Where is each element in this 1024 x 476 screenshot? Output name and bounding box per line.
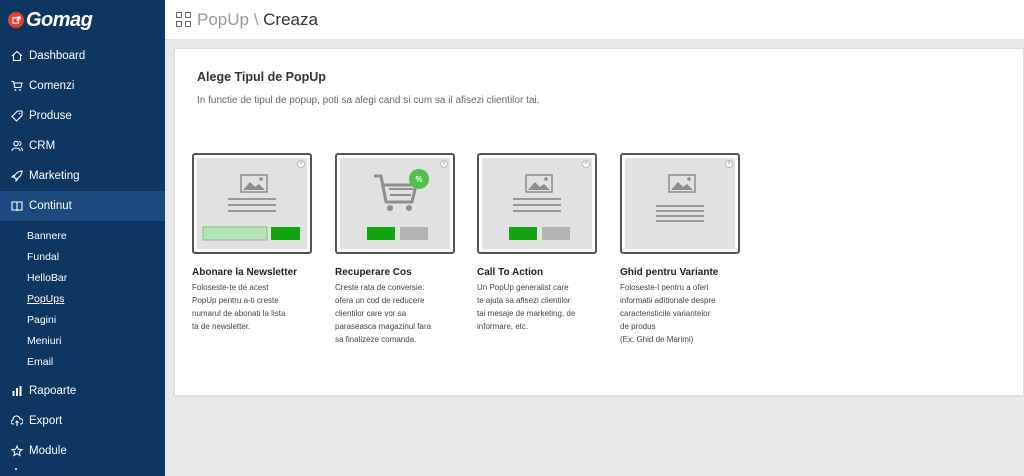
sidebar-more-indicator <box>15 468 17 470</box>
card-description-line: tai mesaje de marketing, de <box>477 309 576 318</box>
submenu-item-hellobar[interactable]: HelloBar <box>0 267 165 288</box>
discount-badge: % <box>415 175 422 184</box>
popup-card-call-to-action[interactable]: × Call To Action Un PopUp generalist car… <box>477 153 627 333</box>
card-description: Foloseste-te de acest PopUp pentru a-ti … <box>192 281 317 333</box>
breadcrumb[interactable]: PopUp \ <box>197 10 263 29</box>
card-description: Creste rata de conversie: ofera un cod d… <box>335 281 460 346</box>
sidebar-item-label: Rapoarte <box>29 385 77 397</box>
card-description-line: caracteristicile variantelor <box>620 309 711 318</box>
users-icon <box>10 139 24 153</box>
popup-preview-call-to-action[interactable]: × <box>477 153 597 254</box>
card-description-line: Foloseste-te de acest <box>192 283 269 292</box>
card-description-line: sa finalizeze comanda. <box>335 335 417 344</box>
card-description-line: informatii aditionale despre <box>620 296 716 305</box>
continut-submenu: Bannere Fundal HelloBar PopUps Pagini Me… <box>0 221 165 376</box>
card-title: Call To Action <box>477 267 544 278</box>
popup-card-newsletter[interactable]: × Abonare la Newsletter Foloseste-te de … <box>192 153 342 333</box>
popup-card-variant-guide[interactable]: × Ghid pentru Variante Foloseste-l pentr… <box>620 153 770 346</box>
topbar: PopUp \ Creaza <box>165 0 1024 40</box>
submenu-item-meniuri[interactable]: Meniuri <box>0 330 165 351</box>
card-title: Recuperare Cos <box>335 267 412 278</box>
sidebar-item-label: Produse <box>29 110 72 122</box>
sidebar-item-label: Export <box>29 415 63 427</box>
card-description-line: Un PopUp generalist care <box>477 283 569 292</box>
sidebar-item-marketing[interactable]: Marketing <box>0 161 165 191</box>
sidebar-item-label: Continut <box>29 200 72 212</box>
card-description-line: informare, etc. <box>477 322 529 331</box>
page-title-text: Creaza <box>263 9 318 29</box>
card-description-line: ofera un cod de reducere <box>335 296 425 305</box>
sidebar-item-module[interactable]: Module <box>0 436 165 466</box>
sidebar-item-comenzi[interactable]: Comenzi <box>0 71 165 101</box>
sidebar-item-export[interactable]: Export <box>0 406 165 436</box>
card-title: Ghid pentru Variante <box>620 267 719 278</box>
logo[interactable]: Gomag <box>0 0 165 40</box>
card-description-line: paraseasca magazinul fara <box>335 322 432 331</box>
card-description-line: ta de newsletter. <box>192 322 251 331</box>
popup-type-panel: Alege Tipul de PopUp In functie de tipul… <box>174 48 1024 396</box>
card-description-line: PopUp pentru a-ti creste <box>192 296 279 305</box>
sidebar-item-label: Module <box>29 445 67 457</box>
popup-preview-newsletter[interactable]: × <box>192 153 312 254</box>
sidebar: Gomag Dashboard Comenzi Produse CRM Mark… <box>0 0 165 476</box>
chart-icon <box>10 384 24 398</box>
submenu-item-bannere[interactable]: Bannere <box>0 225 165 246</box>
sidebar-item-label: Dashboard <box>29 50 86 62</box>
logo-icon <box>8 12 24 28</box>
sidebar-item-continut[interactable]: Continut <box>0 191 165 221</box>
submenu-item-popups[interactable]: PopUps <box>0 288 165 309</box>
section-heading: Alege Tipul de PopUp <box>197 70 326 84</box>
popup-preview-variant-guide[interactable]: × <box>620 153 740 254</box>
tag-icon <box>10 109 24 123</box>
sidebar-item-rapoarte[interactable]: Rapoarte <box>0 376 165 406</box>
sidebar-item-label: Marketing <box>29 170 80 182</box>
grid-icon <box>176 12 191 27</box>
card-description-line: de produs <box>620 322 656 331</box>
card-description-line: (Ex: Ghid de Marimi) <box>620 335 694 344</box>
card-description: Un PopUp generalist care te ajuta sa afi… <box>477 281 602 333</box>
popup-card-cart-recovery[interactable]: × % Recuperare Cos Creste rata de conver… <box>335 153 485 346</box>
submenu-item-pagini[interactable]: Pagini <box>0 309 165 330</box>
sidebar-item-label: CRM <box>29 140 56 152</box>
popup-preview-cart-recovery[interactable]: × % <box>335 153 455 254</box>
card-title: Abonare la Newsletter <box>192 267 298 278</box>
card-description-line: Foloseste-l pentru a oferi <box>620 283 709 292</box>
submenu-item-fundal[interactable]: Fundal <box>0 246 165 267</box>
card-description-line: clientilor care vor sa <box>335 309 407 318</box>
star-icon <box>10 444 24 458</box>
rocket-icon <box>10 169 24 183</box>
export-icon <box>10 414 24 428</box>
page-title: PopUp \ Creaza <box>197 10 318 30</box>
sidebar-item-produse[interactable]: Produse <box>0 101 165 131</box>
card-description-line: te ajuta sa afisezi clientilor <box>477 296 571 305</box>
card-description-line: numarul de abonati la lista <box>192 309 286 318</box>
sidebar-item-dashboard[interactable]: Dashboard <box>0 41 165 71</box>
submenu-item-email[interactable]: Email <box>0 351 165 372</box>
card-description-line: Creste rata de conversie: <box>335 283 425 292</box>
book-icon <box>10 199 24 213</box>
home-icon <box>10 49 24 63</box>
logo-text: Gomag <box>26 8 93 31</box>
sidebar-item-crm[interactable]: CRM <box>0 131 165 161</box>
sidebar-item-label: Comenzi <box>29 80 75 92</box>
cart-icon <box>10 79 24 93</box>
card-description: Foloseste-l pentru a oferi informatii ad… <box>620 281 745 346</box>
section-subtitle: In functie de tipul de popup, poti sa al… <box>197 95 540 106</box>
